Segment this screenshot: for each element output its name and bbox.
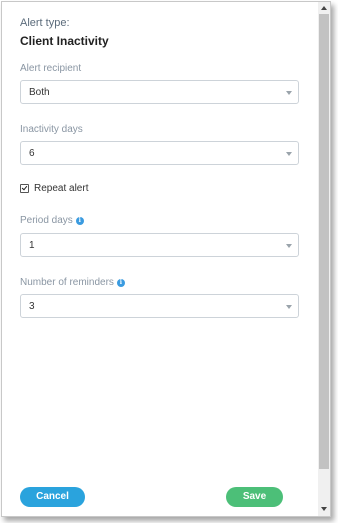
repeat-alert-label: Repeat alert bbox=[34, 183, 89, 194]
alert-recipient-label: Alert recipient bbox=[20, 63, 81, 74]
reminders-label-text: Number of reminders bbox=[20, 277, 114, 288]
inactivity-days-label: Inactivity days bbox=[20, 124, 83, 135]
alert-recipient-select[interactable]: Both bbox=[20, 80, 299, 104]
repeat-alert-row: Repeat alert bbox=[20, 183, 88, 194]
reminders-value: 3 bbox=[29, 301, 35, 312]
inactivity-days-select[interactable]: 6 bbox=[20, 141, 299, 165]
period-days-label: Period days i bbox=[20, 215, 84, 226]
alert-settings-panel: Alert type: Client Inactivity Alert reci… bbox=[1, 1, 331, 517]
inactivity-days-value: 6 bbox=[29, 148, 35, 159]
alert-recipient-label-text: Alert recipient bbox=[20, 63, 82, 74]
alert-type-value: Client Inactivity bbox=[20, 34, 109, 48]
chevron-down-icon bbox=[286, 305, 292, 309]
period-days-value: 1 bbox=[29, 240, 35, 251]
period-days-select[interactable]: 1 bbox=[20, 233, 299, 257]
cancel-button[interactable]: Cancel bbox=[20, 487, 85, 507]
info-icon[interactable]: i bbox=[116, 278, 125, 287]
alert-recipient-value: Both bbox=[29, 87, 50, 98]
chevron-down-icon bbox=[286, 152, 292, 156]
vertical-scrollbar[interactable] bbox=[318, 2, 330, 516]
save-button[interactable]: Save bbox=[226, 487, 283, 507]
alert-type-label: Alert type: bbox=[20, 17, 70, 29]
scroll-down-arrow-icon[interactable] bbox=[321, 507, 327, 511]
period-days-label-text: Period days bbox=[20, 215, 73, 226]
repeat-alert-checkbox[interactable] bbox=[20, 184, 29, 193]
reminders-label: Number of reminders i bbox=[20, 277, 125, 288]
reminders-select[interactable]: 3 bbox=[20, 294, 299, 318]
info-icon[interactable]: i bbox=[75, 216, 84, 225]
chevron-down-icon bbox=[286, 244, 292, 248]
checkmark-icon bbox=[21, 184, 28, 191]
inactivity-days-label-text: Inactivity days bbox=[20, 124, 83, 135]
scrollbar-thumb[interactable] bbox=[319, 14, 329, 469]
chevron-down-icon bbox=[286, 91, 292, 95]
scroll-up-arrow-icon[interactable] bbox=[321, 6, 327, 10]
